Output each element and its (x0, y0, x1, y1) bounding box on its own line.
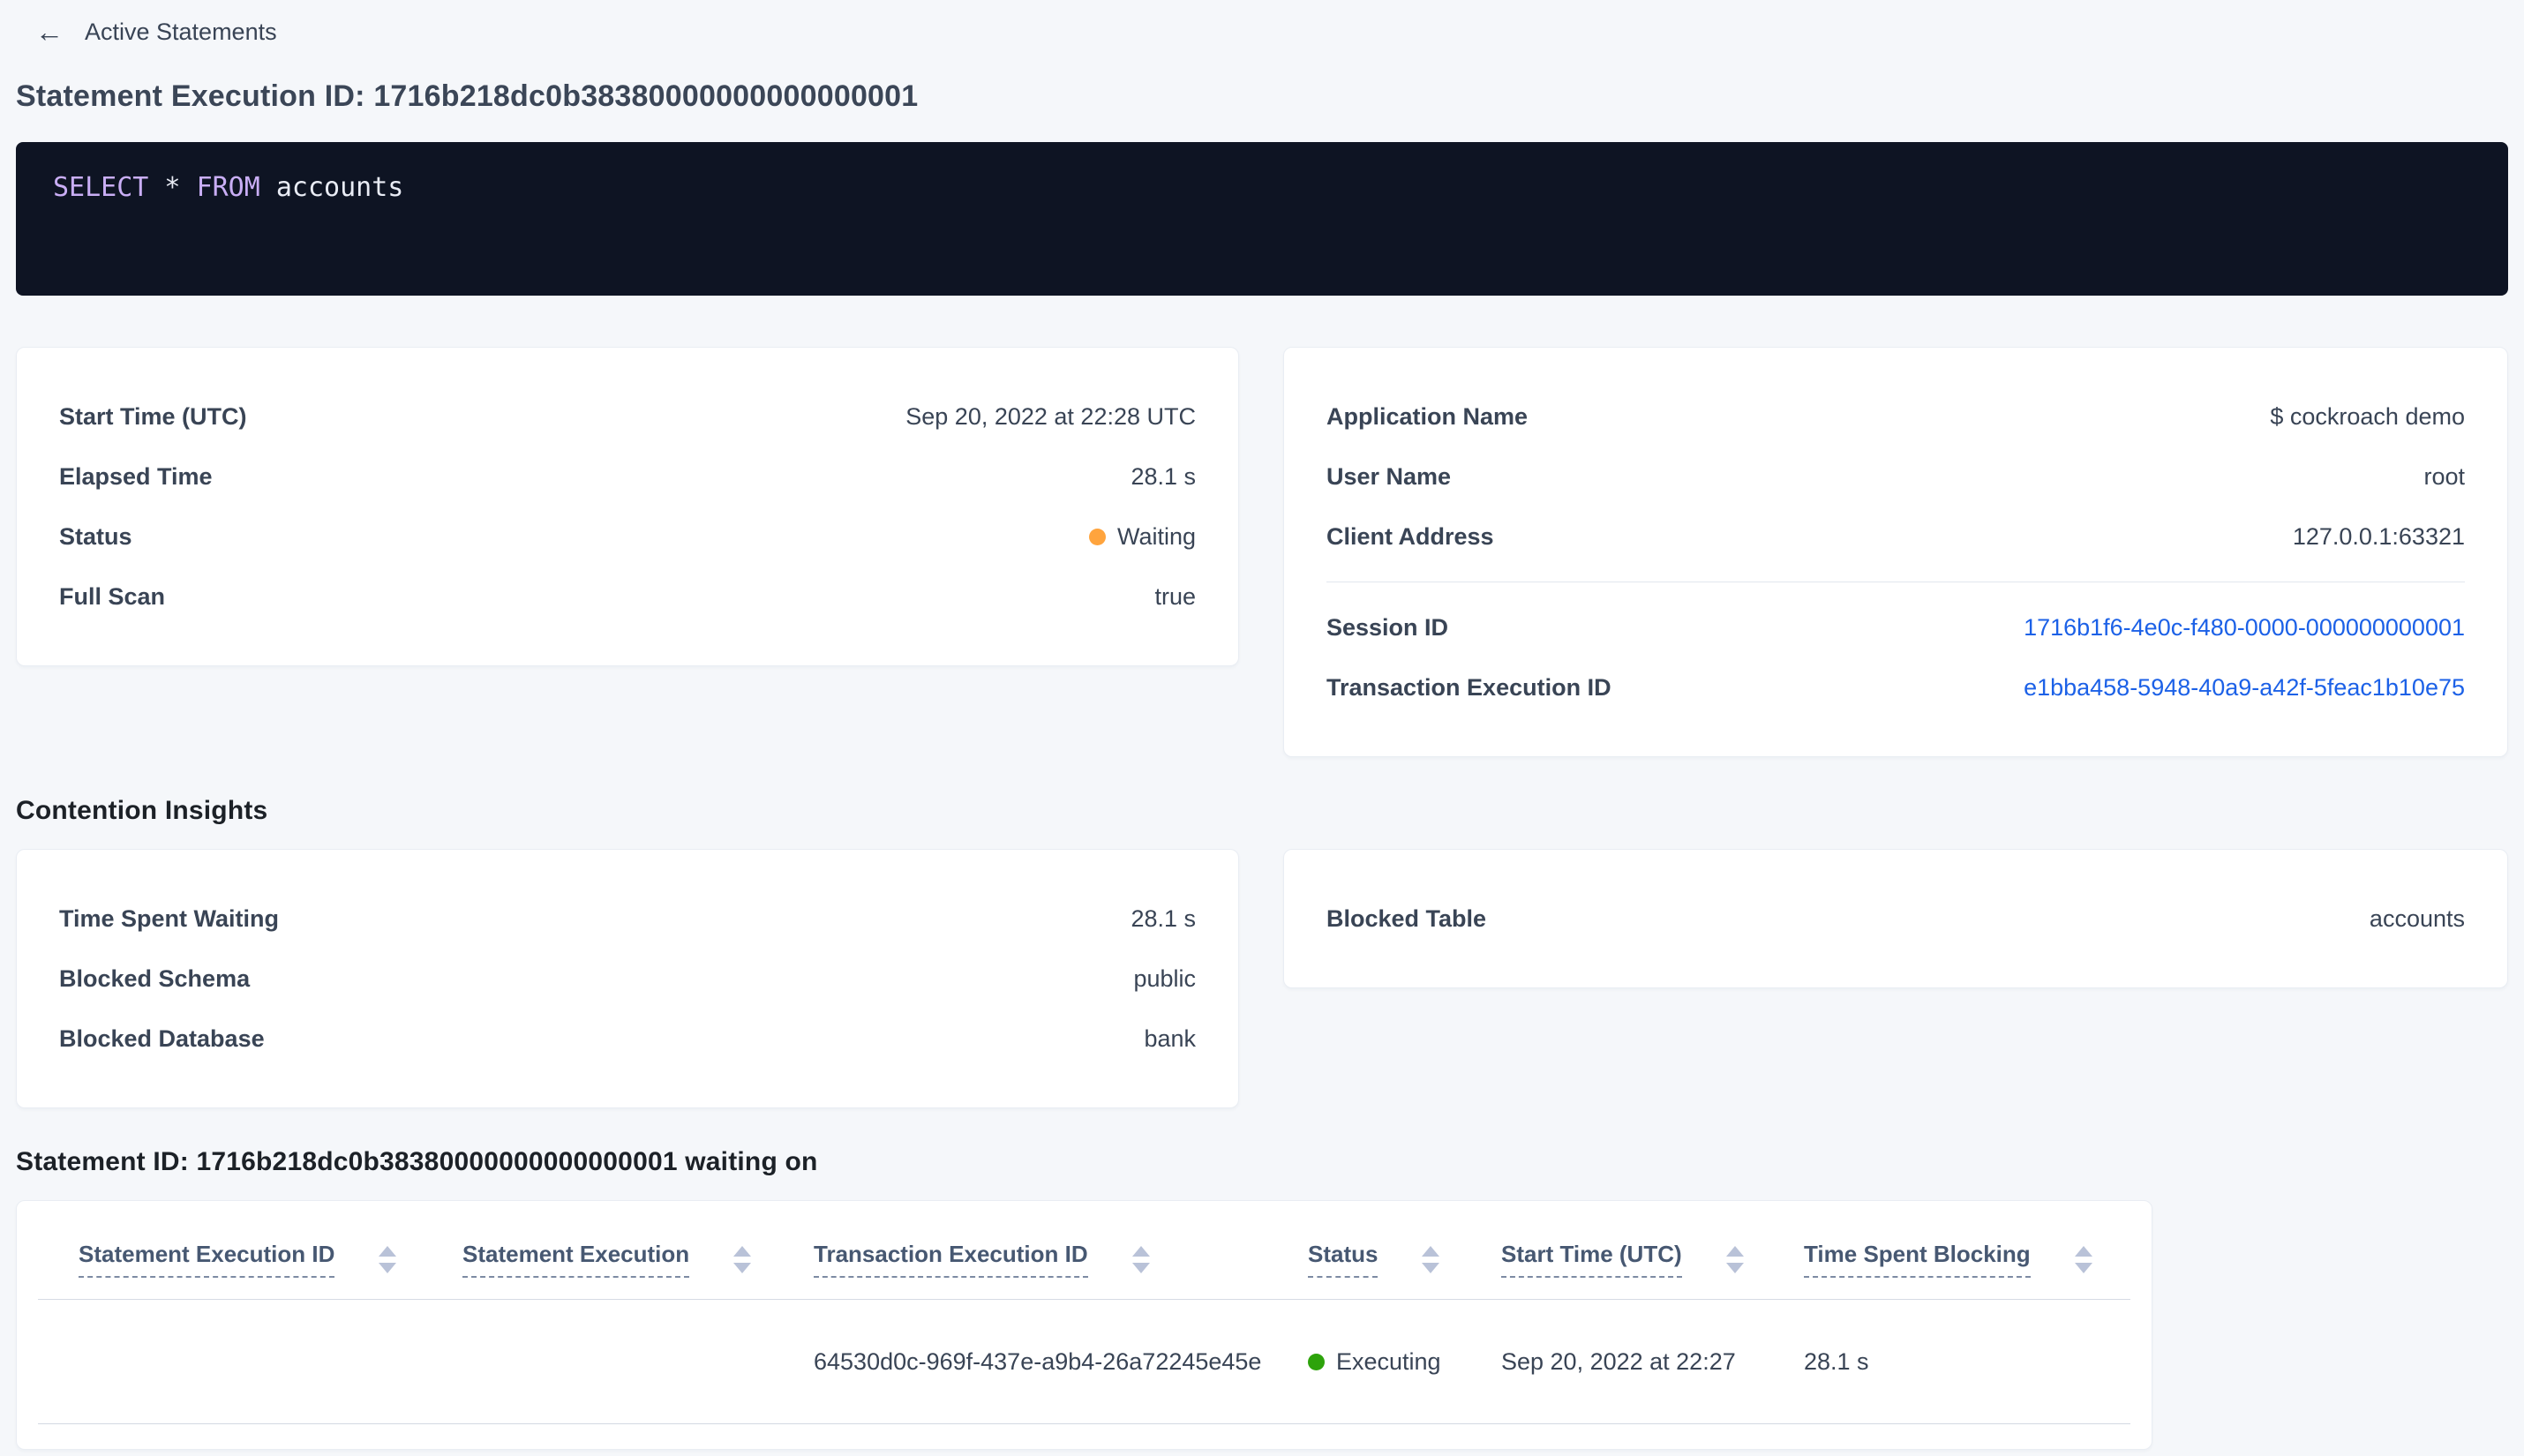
waiting-on-heading: Statement ID: 1716b218dc0b38380000000000… (16, 1147, 818, 1176)
overview-card: Start Time (UTC) Sep 20, 2022 at 22:28 U… (16, 347, 1239, 666)
contention-cards-row: Time Spent Waiting 28.1 s Blocked Schema… (16, 849, 2508, 1108)
status-text: Waiting (1116, 522, 1196, 550)
sql-statement-box: SELECT * FROM accounts (16, 142, 2508, 296)
start-time-row: Start Time (UTC) Sep 20, 2022 at 22:28 U… (59, 387, 1196, 447)
contention-insights-heading: Contention Insights (16, 796, 268, 825)
client-address-label: Client Address (1326, 522, 1494, 550)
cell-status-text: Executing (1336, 1347, 1441, 1375)
sort-arrows-icon[interactable] (2074, 1245, 2092, 1273)
cell-status: Executing (1308, 1348, 1501, 1376)
client-address-value: 127.0.0.1:63321 (2292, 522, 2465, 550)
column-header-statement-execution[interactable]: Statement Execution (462, 1241, 814, 1278)
column-header-label: Status (1308, 1241, 1378, 1278)
column-header-label: Transaction Execution ID (814, 1241, 1088, 1278)
session-card: Application Name $ cockroach demo User N… (1283, 347, 2508, 757)
full-scan-label: Full Scan (59, 582, 166, 610)
user-name-label: User Name (1326, 462, 1452, 490)
column-header-transaction-execution-id[interactable]: Transaction Execution ID (814, 1241, 1308, 1278)
blocked-table-row: Blocked Table accounts (1326, 889, 2465, 949)
transaction-execution-id-label: Transaction Execution ID (1326, 673, 1611, 701)
column-header-label: Start Time (UTC) (1501, 1241, 1682, 1278)
sort-arrows-icon[interactable] (1422, 1245, 1440, 1273)
executing-status-dot-icon (1308, 1353, 1325, 1370)
client-address-row: Client Address 127.0.0.1:63321 (1326, 507, 2465, 567)
blocked-schema-value: public (1133, 964, 1196, 992)
sql-keyword-from: FROM (196, 172, 260, 203)
application-name-label: Application Name (1326, 402, 1529, 430)
waiting-on-table-header: Statement Execution ID Statement Executi… (38, 1201, 2130, 1300)
status-row: Status Waiting (59, 507, 1196, 567)
sql-statement: SELECT * FROM accounts (53, 172, 2471, 203)
column-header-statement-execution-id[interactable]: Statement Execution ID (79, 1241, 462, 1278)
transaction-execution-id-link[interactable]: e1bba458-5948-40a9-a42f-5feac1b10e75 (2024, 674, 2465, 702)
contention-waiting-card: Time Spent Waiting 28.1 s Blocked Schema… (16, 849, 1239, 1108)
application-name-value: $ cockroach demo (2270, 402, 2465, 430)
table-bottom-spacer (38, 1424, 2130, 1449)
table-row: 64530d0c-969f-437e-a9b4-26a72245e45e Exe… (38, 1300, 2130, 1424)
column-header-label: Statement Execution (462, 1241, 690, 1278)
column-header-start-time[interactable]: Start Time (UTC) (1501, 1241, 1804, 1278)
column-header-label: Time Spent Blocking (1804, 1241, 2031, 1278)
sort-arrows-icon[interactable] (1131, 1245, 1150, 1273)
sql-table-name: accounts (259, 172, 404, 203)
sql-text: * (148, 172, 197, 203)
back-link-active-statements[interactable]: Active Statements (85, 19, 277, 46)
time-spent-waiting-value: 28.1 s (1131, 904, 1196, 932)
breadcrumb: ← Active Statements (16, 14, 2508, 49)
application-name-row: Application Name $ cockroach demo (1326, 387, 2465, 447)
start-time-value: Sep 20, 2022 at 22:28 UTC (905, 402, 1196, 430)
elapsed-time-label: Elapsed Time (59, 462, 213, 490)
cell-start-time: Sep 20, 2022 at 22:27 (1501, 1347, 1736, 1375)
sort-arrows-icon[interactable] (1725, 1245, 1744, 1273)
elapsed-time-value: 28.1 s (1131, 462, 1196, 490)
transaction-execution-id-row: Transaction Execution ID e1bba458-5948-4… (1326, 657, 2465, 717)
blocked-database-row: Blocked Database bank (59, 1009, 1196, 1069)
sort-arrows-icon[interactable] (379, 1245, 397, 1273)
column-header-label: Statement Execution ID (79, 1241, 335, 1278)
session-id-label: Session ID (1326, 613, 1449, 641)
time-spent-waiting-label: Time Spent Waiting (59, 904, 280, 932)
user-name-value: root (2423, 462, 2465, 490)
blocked-table-card: Blocked Table accounts (1283, 849, 2508, 988)
column-header-time-spent-blocking[interactable]: Time Spent Blocking (1804, 1241, 2130, 1278)
blocked-table-label: Blocked Table (1326, 904, 1487, 932)
elapsed-time-row: Elapsed Time 28.1 s (59, 447, 1196, 507)
waiting-status-dot-icon (1088, 528, 1106, 545)
status-label: Status (59, 522, 132, 550)
user-name-row: User Name root (1326, 447, 2465, 507)
page-title: Statement Execution ID: 1716b218dc0b3838… (16, 79, 919, 113)
back-arrow-icon[interactable]: ← (35, 18, 64, 46)
full-scan-row: Full Scan true (59, 567, 1196, 627)
full-scan-value: true (1154, 582, 1196, 610)
status-value: Waiting (1088, 522, 1196, 551)
statement-execution-details-page: ← Active Statements Statement Execution … (0, 0, 2524, 1450)
start-time-label: Start Time (UTC) (59, 402, 247, 430)
blocked-schema-row: Blocked Schema public (59, 949, 1196, 1009)
cell-transaction-execution-id: 64530d0c-969f-437e-a9b4-26a72245e45e (814, 1347, 1262, 1375)
summary-cards-row: Start Time (UTC) Sep 20, 2022 at 22:28 U… (16, 347, 2508, 757)
sql-keyword-select: SELECT (53, 172, 149, 203)
session-id-row: Session ID 1716b1f6-4e0c-f480-0000-00000… (1326, 597, 2465, 657)
cell-time-spent-blocking: 28.1 s (1804, 1347, 1869, 1375)
column-header-status[interactable]: Status (1308, 1241, 1501, 1278)
blocked-database-label: Blocked Database (59, 1024, 265, 1052)
sort-arrows-icon[interactable] (733, 1245, 752, 1273)
session-id-link[interactable]: 1716b1f6-4e0c-f480-0000-000000000001 (2024, 614, 2465, 642)
blocked-database-value: bank (1144, 1024, 1196, 1052)
blocked-table-value: accounts (2369, 904, 2465, 932)
time-spent-waiting-row: Time Spent Waiting 28.1 s (59, 889, 1196, 949)
blocked-schema-label: Blocked Schema (59, 964, 251, 992)
waiting-on-table: Statement Execution ID Statement Executi… (16, 1200, 2152, 1450)
